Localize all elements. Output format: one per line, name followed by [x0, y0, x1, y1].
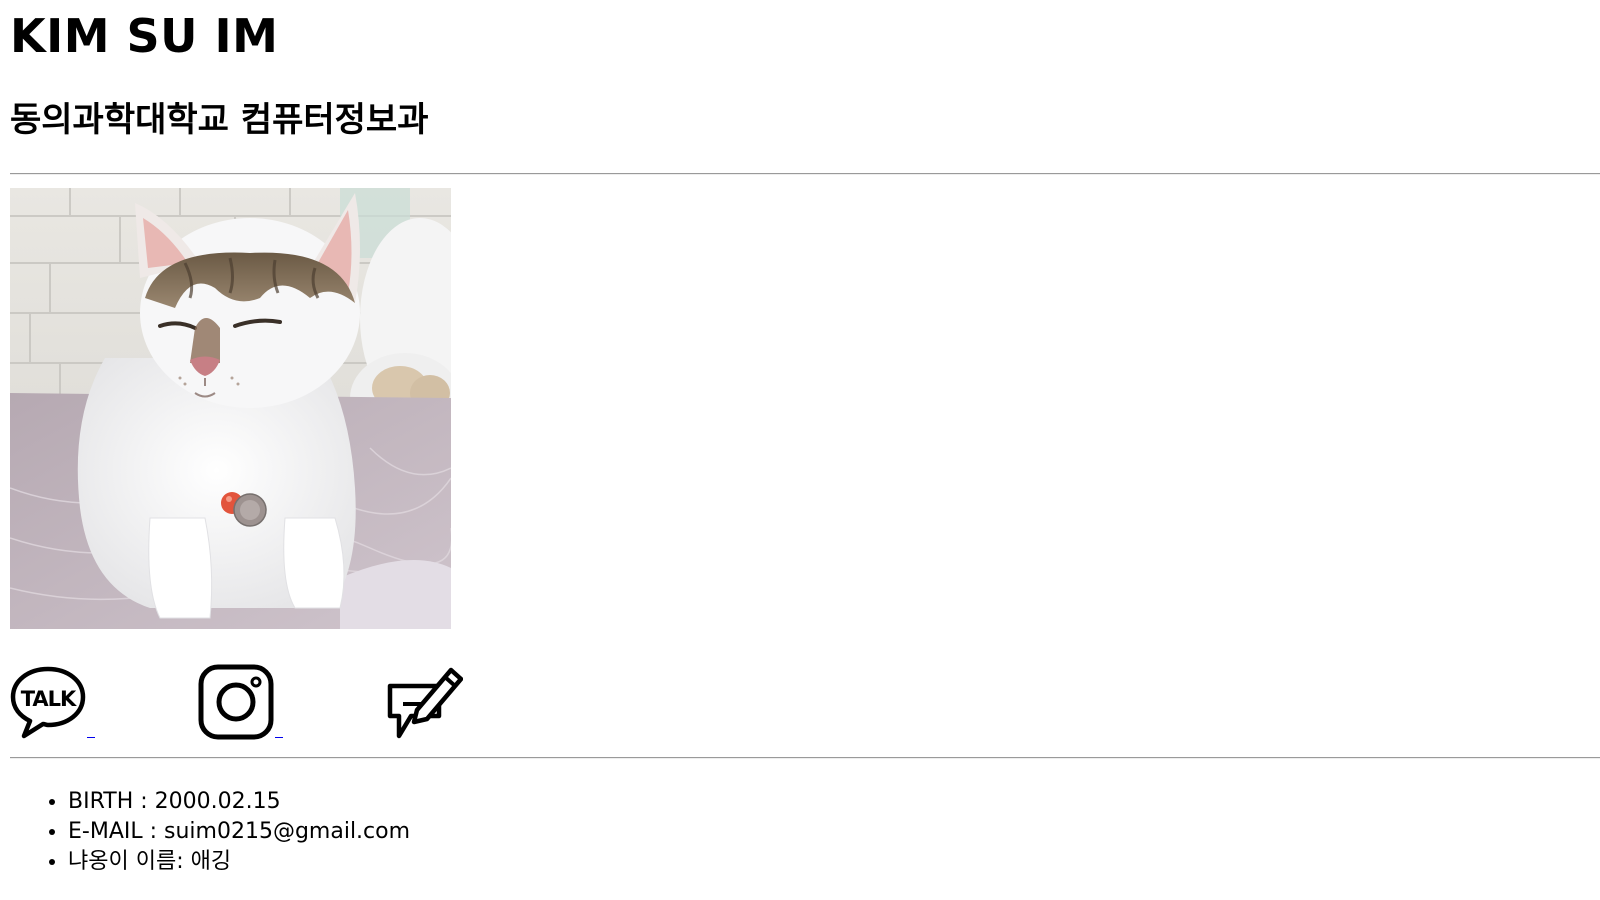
instagram-icon: [198, 664, 274, 740]
kakaotalk-link[interactable]: TALK: [10, 664, 95, 740]
profile-info-list: BIRTH : 2000.02.15 E-MAIL : suim0215@gma…: [30, 787, 410, 877]
svg-text:TALK: TALK: [21, 687, 77, 711]
kakaotalk-icon: TALK: [10, 666, 86, 739]
email-item: E-MAIL : suim0215@gmail.com: [68, 817, 410, 847]
birth-item: BIRTH : 2000.02.15: [68, 787, 410, 817]
school-department: 동의과학대학교 컴퓨터정보과: [10, 100, 429, 140]
blog-edit-icon: [387, 667, 463, 739]
cat-name-item: 냐옹이 이름: 애깅: [68, 847, 410, 877]
cat-photo: [10, 188, 451, 629]
social-links: TALK: [10, 664, 480, 744]
profile-name: KIM SU IM: [10, 9, 279, 63]
top-divider: [10, 173, 1600, 175]
instagram-link[interactable]: [198, 664, 283, 740]
bottom-divider: [10, 757, 1600, 759]
blog-link[interactable]: [387, 664, 463, 742]
